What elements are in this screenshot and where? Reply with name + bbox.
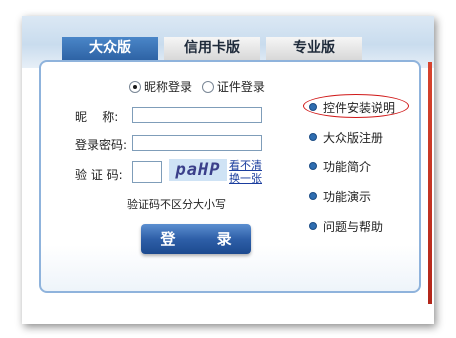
tab-mass-edition[interactable]: 大众版	[62, 37, 158, 60]
login-panel: 昵称登录 证件登录 昵 称: 登录密码: 验 证 码: paHP 看不清换一张 …	[39, 60, 421, 293]
tab-professional-edition[interactable]: 专业版	[266, 37, 362, 60]
bullet-icon	[309, 192, 317, 200]
link-label: 问题与帮助	[323, 220, 384, 234]
link-feature-intro[interactable]: 功能简介	[309, 158, 371, 175]
radio-nickname-login[interactable]	[129, 81, 141, 93]
captcha-hint: 验证码不区分大小写	[127, 198, 226, 211]
radio-id-login[interactable]	[201, 81, 214, 93]
side-accent-bar	[428, 62, 432, 304]
link-feature-demo[interactable]: 功能演示	[309, 188, 371, 205]
password-label: 登录密码:	[75, 138, 128, 152]
captcha-label: 验 证 码:	[75, 168, 123, 182]
captcha-input[interactable]	[132, 161, 162, 183]
password-input[interactable]	[132, 135, 262, 151]
bullet-icon	[309, 133, 317, 141]
nickname-input[interactable]	[132, 107, 262, 123]
login-type-selector: 昵称登录 证件登录	[129, 78, 271, 95]
captcha-image[interactable]: paHP	[169, 159, 227, 181]
radio-nickname-label: 昵称登录	[144, 80, 193, 94]
highlight-circle	[303, 94, 409, 118]
link-faq-help[interactable]: 问题与帮助	[309, 218, 383, 235]
nickname-label: 昵 称:	[75, 110, 119, 124]
tab-credit-card-edition[interactable]: 信用卡版	[164, 37, 260, 60]
radio-id-label: 证件登录	[216, 80, 265, 94]
login-button[interactable]: 登 录	[141, 224, 251, 254]
login-window: 大众版 信用卡版 专业版 昵称登录 证件登录 昵 称: 登录密码: 验 证 码:…	[22, 16, 434, 324]
bullet-icon	[309, 162, 317, 170]
link-label: 功能简介	[323, 160, 372, 174]
link-label: 大众版注册	[323, 131, 384, 145]
link-mass-registration[interactable]: 大众版注册	[309, 129, 383, 146]
link-label: 功能演示	[323, 190, 372, 204]
link-control-install-guide[interactable]: 控件安装说明	[303, 94, 409, 118]
change-captcha-link[interactable]: 看不清换一张	[229, 159, 263, 185]
bullet-icon	[309, 222, 317, 230]
